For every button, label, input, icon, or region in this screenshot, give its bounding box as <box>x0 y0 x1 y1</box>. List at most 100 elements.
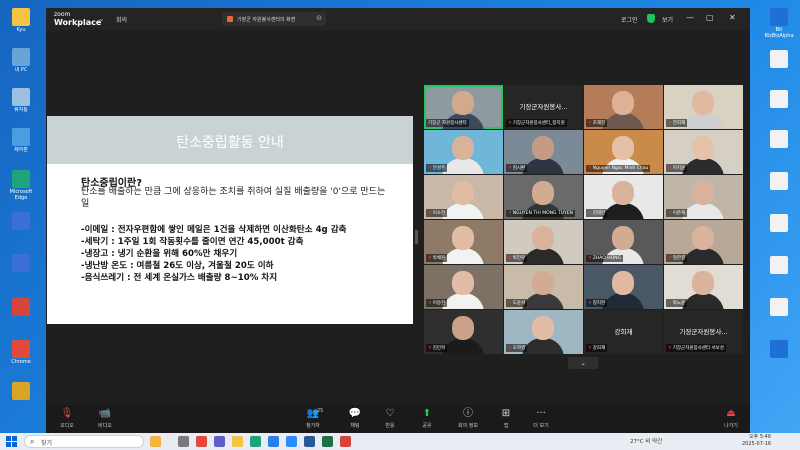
teams-icon[interactable] <box>214 436 225 447</box>
desktop-icon-image <box>12 88 30 106</box>
desktop-icon-left-12[interactable] <box>4 254 38 285</box>
participant-name-text: 이지윤 <box>672 166 686 171</box>
explorer-icon[interactable] <box>232 436 243 447</box>
mic-muted-icon: ✕ <box>668 301 672 306</box>
participant-name-text: NGUYEN THI MONG TUYEN <box>512 211 573 216</box>
edge-icon[interactable] <box>250 436 261 447</box>
apps-icon: ⊞ <box>501 408 511 419</box>
desktop-icon-right-4[interactable] <box>762 172 796 203</box>
participant-tile[interactable]: ✕조재진 <box>584 85 663 129</box>
participant-name: ✕전희재 <box>666 119 688 127</box>
share-screen-icon <box>227 16 233 22</box>
info-button[interactable]: ⓘ 회의 정보 <box>453 408 483 429</box>
react-button[interactable]: ♡ 반응 <box>375 408 405 429</box>
mic-muted-icon: ✕ <box>428 166 432 171</box>
word-icon[interactable] <box>304 436 315 447</box>
chevron-down-icon[interactable]: ⌄ <box>98 14 105 23</box>
video-button[interactable]: 📹 비디오 <box>90 408 120 429</box>
view-button[interactable]: 보기 <box>662 15 673 24</box>
desktop-icon-left-10[interactable] <box>4 212 38 243</box>
meeting-label[interactable]: 회의 <box>116 15 127 24</box>
shield-icon[interactable] <box>647 14 655 23</box>
desktop-icon-left-2[interactable]: 내 PC <box>4 48 38 79</box>
participant-name-text: 기장군자원봉사센터_정지원 <box>512 121 565 126</box>
close-tab-icon[interactable]: ⊖ <box>316 14 322 22</box>
participant-tile[interactable]: ✕NGUYEN THI MONG TUYEN <box>504 175 583 219</box>
desktop-icon-left-4[interactable]: 휴지통 <box>4 88 38 119</box>
desktop-icon-right-1[interactable] <box>762 50 796 81</box>
participant-tile[interactable]: ✕정지현 <box>584 265 663 309</box>
more-button[interactable]: ··· 더 보기 <box>526 408 556 429</box>
participants-button[interactable]: 👥 25 참가자 <box>298 408 328 429</box>
desktop-icon-right-6[interactable] <box>762 256 796 287</box>
share-tab[interactable]: 기장군 자원봉사센터의 화면 ⊖ <box>222 12 326 26</box>
search-box[interactable]: ⌕ 찾기 <box>24 435 144 448</box>
desktop-icon-label <box>762 149 796 161</box>
desktop-icon-right-0[interactable]: Bit BizBizAlpha <box>762 8 796 39</box>
share-button[interactable]: ⬆ 공유 <box>412 408 442 429</box>
mic-muted-icon: ✕ <box>668 256 672 261</box>
participant-tile[interactable]: ✕박채원 <box>424 220 503 264</box>
participant-name: ✕안성주 <box>426 164 448 172</box>
participant-face <box>532 226 554 250</box>
participant-tile[interactable]: ✕이소현 <box>424 175 503 219</box>
participant-tile[interactable]: ✕정한결 <box>664 220 743 264</box>
logo-big: Workplace <box>54 18 102 27</box>
participant-tile[interactable]: 기장군자원봉사... ✕기장군자원봉사센터_정지원 <box>504 85 583 129</box>
more-icon: ··· <box>536 408 546 419</box>
apps-button[interactable]: ⊞ 앱 <box>491 408 521 429</box>
desktop-icon-right-7[interactable] <box>762 298 796 329</box>
desktop-icon-left-14[interactable] <box>4 298 38 329</box>
participant-tile[interactable]: ✕이승현 <box>424 265 503 309</box>
participant-tile[interactable]: ✕김민혁 <box>424 310 503 354</box>
desktop-icon-label <box>762 275 796 287</box>
desktop-icon-left-16[interactable]: Chrome <box>4 340 38 371</box>
participant-tile[interactable]: ✕오하영 <box>504 310 583 354</box>
desktop-icon-left-6[interactable]: 제어판 <box>4 128 38 159</box>
participant-tile[interactable]: ✕박노윤 <box>664 265 743 309</box>
participant-tile[interactable]: ✕김시환 <box>504 130 583 174</box>
resize-handle[interactable] <box>415 230 418 244</box>
desktop-icon-left-18[interactable] <box>4 382 38 413</box>
leave-button[interactable]: ⏏ 나가기 <box>716 408 746 429</box>
desktop-icon-right-5[interactable] <box>762 214 796 245</box>
participant-tile[interactable]: ✕김태인 <box>584 175 663 219</box>
excel-icon[interactable] <box>322 436 333 447</box>
chrome-icon[interactable] <box>196 436 207 447</box>
close-icon[interactable]: ✕ <box>729 13 736 22</box>
desktop-icon-right-2[interactable] <box>762 90 796 121</box>
weather-label[interactable]: 27°C 비 약간 <box>630 437 662 445</box>
maximize-icon[interactable]: ▢ <box>706 13 714 22</box>
store-icon[interactable] <box>268 436 279 447</box>
participant-name-text: 이승현 <box>432 301 446 306</box>
minimize-icon[interactable]: — <box>686 13 694 22</box>
participant-tile[interactable]: ✕박진우 <box>504 220 583 264</box>
leave-icon: ⏏ <box>726 408 736 419</box>
slide-item: -냉장고 : 냉기 순환을 위해 60%만 채우기 <box>81 249 238 259</box>
desktop-icon-right-8[interactable] <box>762 340 796 371</box>
desktop-icon-left-0[interactable]: Kyu <box>4 8 38 39</box>
participant-tile[interactable]: 기장군 자원봉사센터 <box>424 85 503 129</box>
participant-tile[interactable]: 기장군자원봉사... ✕기장군자원봉사센터 서보성 <box>664 310 743 354</box>
start-icon[interactable] <box>6 436 17 447</box>
participant-tile[interactable]: ✕ZHAO HONG <box>584 220 663 264</box>
participant-tile[interactable]: 강희재 ✕강희재 <box>584 310 663 354</box>
login-button[interactable]: 로그인 <box>621 15 638 24</box>
task-view-icon[interactable] <box>178 436 189 447</box>
desktop-icon-left-8[interactable]: Microsoft Edge <box>4 170 38 201</box>
desktop-icon-right-3[interactable] <box>762 130 796 161</box>
participant-tile[interactable]: ✕안성주 <box>424 130 503 174</box>
clock[interactable]: 오후 5:46 2025-07-16 <box>742 434 771 448</box>
participant-tile[interactable]: ✕전희재 <box>664 85 743 129</box>
desktop-icon-label <box>4 401 38 413</box>
mute-button[interactable]: 🎙 오디오 <box>52 408 82 429</box>
app-icon[interactable] <box>340 436 351 447</box>
participant-tile[interactable]: ✕이준재 <box>664 175 743 219</box>
copilot-icon[interactable] <box>150 436 161 447</box>
zoom-icon[interactable] <box>286 436 297 447</box>
chat-button[interactable]: 💬 채팅 <box>340 408 370 429</box>
participant-tile[interactable]: ✕도윤서 <box>504 265 583 309</box>
participant-tile[interactable]: ✕Nguyen Ngoc Minh Chau <box>584 130 663 174</box>
participant-tile[interactable]: ✕이지윤 <box>664 130 743 174</box>
gallery-next-button[interactable]: ⌄ <box>568 357 598 369</box>
